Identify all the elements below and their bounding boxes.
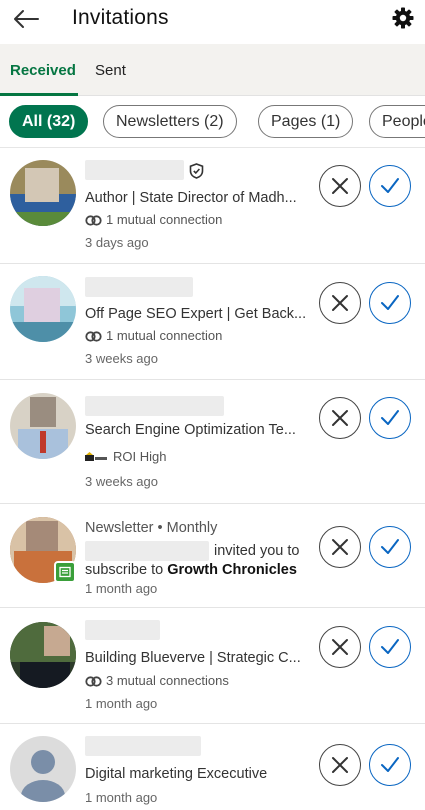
mutual-connections-text: 1 mutual connection: [106, 212, 223, 227]
back-button[interactable]: [12, 8, 40, 32]
avatar[interactable]: [10, 393, 76, 459]
checkmark-icon: [381, 295, 399, 310]
company-name: ROI High: [113, 449, 167, 464]
member-headline: Author | State Director of Madh...: [85, 190, 297, 206]
member-headline: Off Page SEO Expert | Get Back...: [85, 306, 307, 322]
member-name[interactable]: [85, 160, 184, 180]
accept-button[interactable]: [369, 626, 411, 668]
ignore-button[interactable]: [319, 397, 361, 439]
accept-button[interactable]: [369, 165, 411, 207]
invitation-time: 1 month ago: [85, 790, 158, 805]
ignore-button[interactable]: [319, 626, 361, 668]
mutual-connection-icon: [85, 331, 102, 342]
company-logo-icon: [85, 452, 107, 461]
default-avatar-icon: [21, 750, 65, 802]
newsletter-badge: [54, 561, 76, 583]
avatar[interactable]: [10, 622, 76, 688]
mutual-connection-icon: [85, 215, 102, 226]
invitation-row: Search Engine Optimization Te... ROI Hig…: [0, 380, 425, 504]
mutual-connections[interactable]: 1 mutual connection: [85, 328, 222, 343]
member-headline: Building Blueverve | Strategic C...: [85, 650, 301, 666]
invitation-time: 1 month ago: [85, 581, 158, 596]
filter-chips: All (32) Newsletters (2) Pages (1) Peopl…: [0, 98, 425, 148]
close-icon: [332, 539, 348, 555]
member-name[interactable]: [85, 620, 160, 640]
checkmark-icon: [381, 639, 399, 654]
ignore-button[interactable]: [319, 526, 361, 568]
ignore-button[interactable]: [319, 744, 361, 786]
filter-chip-people[interactable]: People: [369, 105, 425, 138]
invitation-time: 3 days ago: [85, 235, 149, 250]
close-icon: [332, 639, 348, 655]
top-bar: Invitations: [0, 0, 425, 44]
invitation-row: Author | State Director of Madh... 1 mut…: [0, 148, 425, 264]
invitation-tabs: Received Sent: [0, 44, 425, 96]
tab-sent[interactable]: Sent: [95, 62, 126, 79]
checkmark-icon: [381, 539, 399, 554]
filter-chip-all[interactable]: All (32): [9, 105, 89, 138]
page-title: Invitations: [72, 6, 169, 29]
member-name[interactable]: [85, 277, 193, 297]
subscribe-line: subscribe to Growth Chronicles: [85, 562, 297, 578]
mutual-connections[interactable]: 3 mutual connections: [85, 673, 229, 688]
checkmark-icon: [381, 178, 399, 193]
tab-received[interactable]: Received: [10, 62, 76, 79]
accept-button[interactable]: [369, 526, 411, 568]
accept-button[interactable]: [369, 282, 411, 324]
member-name[interactable]: [85, 396, 224, 416]
close-icon: [332, 178, 348, 194]
mutual-connection-icon: [85, 676, 102, 687]
active-tab-indicator: [0, 93, 78, 96]
member-name[interactable]: [85, 736, 201, 756]
mutual-connections-text: 3 mutual connections: [106, 673, 229, 688]
member-headline: Search Engine Optimization Te...: [85, 422, 296, 438]
inviter-name[interactable]: [85, 541, 209, 561]
filter-chip-newsletters[interactable]: Newsletters (2): [103, 105, 237, 138]
subscribe-text: subscribe to: [85, 562, 164, 578]
accept-button[interactable]: [369, 397, 411, 439]
filter-chip-pages[interactable]: Pages (1): [258, 105, 354, 138]
arrow-left-icon: [14, 10, 39, 28]
company-info[interactable]: ROI High: [85, 449, 166, 464]
verified-shield-icon: [189, 163, 204, 179]
checkmark-icon: [381, 410, 399, 425]
invitation-row: Digital marketing Excecutive 1 month ago: [0, 724, 425, 810]
newsletter-frequency: Newsletter • Monthly: [85, 520, 218, 536]
accept-button[interactable]: [369, 744, 411, 786]
avatar[interactable]: [10, 276, 76, 342]
invitation-row: Building Blueverve | Strategic C... 3 mu…: [0, 608, 425, 724]
invitation-time: 3 weeks ago: [85, 351, 158, 366]
newsletter-name[interactable]: Growth Chronicles: [167, 562, 297, 578]
mutual-connections[interactable]: 1 mutual connection: [85, 212, 222, 227]
newsletter-icon: [59, 566, 71, 578]
invitation-time: 1 month ago: [85, 696, 158, 711]
avatar[interactable]: [10, 160, 76, 226]
avatar[interactable]: [10, 736, 76, 802]
ignore-button[interactable]: [319, 282, 361, 324]
settings-button[interactable]: [391, 6, 415, 30]
gear-icon: [392, 7, 414, 29]
checkmark-icon: [381, 757, 399, 772]
invitation-time: 3 weeks ago: [85, 474, 158, 489]
invitation-row: Off Page SEO Expert | Get Back... 1 mutu…: [0, 264, 425, 380]
newsletter-invitation-row: Newsletter • Monthly invited you to subs…: [0, 504, 425, 608]
close-icon: [332, 757, 348, 773]
member-headline: Digital marketing Excecutive: [85, 766, 268, 782]
close-icon: [332, 295, 348, 311]
mutual-connections-text: 1 mutual connection: [106, 328, 223, 343]
close-icon: [332, 410, 348, 426]
invite-text: invited you to: [214, 543, 300, 559]
ignore-button[interactable]: [319, 165, 361, 207]
